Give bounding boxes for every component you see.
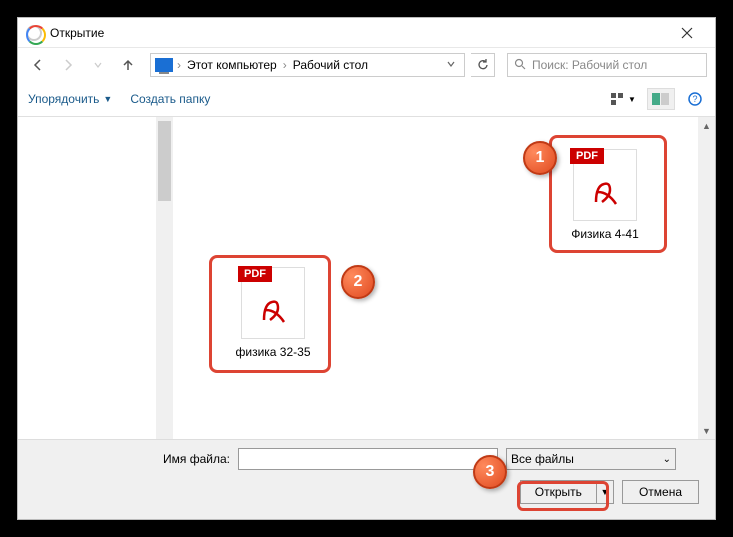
help-button[interactable]: ? [685, 89, 705, 109]
chevron-down-icon: ⌄ [663, 454, 671, 465]
breadcrumb-item[interactable]: Рабочий стол [291, 58, 370, 72]
tree-scrollbar[interactable] [156, 117, 173, 439]
chevron-down-icon: ▼ [628, 95, 636, 104]
file-item[interactable]: PDF физика 32-35 [223, 267, 323, 359]
back-button[interactable] [26, 53, 50, 77]
pdf-file-icon: PDF [573, 149, 637, 221]
file-list-pane[interactable]: PDF Физика 4-41 PDF физика 32-35 1 2 ▲ ▼ [173, 117, 715, 439]
file-name-label: Физика 4-41 [571, 227, 639, 241]
content-area: PDF Физика 4-41 PDF физика 32-35 1 2 ▲ ▼ [18, 116, 715, 439]
search-icon [514, 58, 526, 73]
forward-button[interactable] [56, 53, 80, 77]
search-input[interactable]: Поиск: Рабочий стол [507, 53, 707, 77]
file-item[interactable]: PDF Физика 4-41 [555, 149, 655, 241]
pdf-badge: PDF [570, 148, 604, 164]
this-pc-icon [155, 58, 173, 72]
adobe-icon [258, 290, 288, 326]
scrollbar-thumb[interactable] [158, 121, 171, 201]
address-bar[interactable]: › Этот компьютер › Рабочий стол [150, 53, 465, 77]
filetype-text: Все файлы [511, 452, 574, 466]
annotation-callout-2: 2 [341, 265, 375, 299]
filename-input[interactable] [238, 448, 498, 470]
new-folder-button[interactable]: Создать папку [130, 92, 210, 106]
refresh-button[interactable] [471, 53, 495, 77]
annotation-callout-1: 1 [523, 141, 557, 175]
pdf-badge: PDF [238, 266, 272, 282]
close-button[interactable] [667, 19, 707, 47]
svg-text:?: ? [692, 94, 697, 104]
cancel-button[interactable]: Отмена [622, 480, 699, 504]
pdf-file-icon: PDF [241, 267, 305, 339]
chevron-right-icon: › [283, 58, 287, 72]
file-name-label: физика 32-35 [236, 345, 311, 359]
recent-dropdown[interactable] [86, 53, 110, 77]
filename-label: Имя файла: [30, 452, 230, 466]
breadcrumb-item[interactable]: Этот компьютер [185, 58, 279, 72]
preview-pane-button[interactable] [647, 88, 675, 110]
adobe-icon [590, 172, 620, 208]
file-scrollbar[interactable]: ▲ ▼ [698, 117, 715, 439]
chevron-down-icon: ▼ [103, 94, 112, 104]
navigation-bar: › Этот компьютер › Рабочий стол Поиск: Р… [18, 48, 715, 82]
annotation-highlight-3 [517, 481, 609, 511]
file-open-dialog: Открытие › Этот компьютер › Рабочий стол [17, 17, 716, 520]
filetype-select[interactable]: Все файлы ⌄ [506, 448, 676, 470]
window-title: Открытие [50, 26, 104, 40]
search-placeholder: Поиск: Рабочий стол [532, 58, 647, 72]
view-large-button[interactable]: ▼ [609, 88, 637, 110]
bottom-panel: Имя файла: Все файлы ⌄ Открыть ▼ Отмена … [18, 439, 715, 519]
scroll-down-icon[interactable]: ▼ [698, 422, 715, 439]
command-bar: Упорядочить ▼ Создать папку ▼ ? [18, 82, 715, 116]
titlebar: Открытие [18, 18, 715, 48]
chevron-right-icon: › [177, 58, 181, 72]
chrome-icon [26, 25, 42, 41]
scroll-up-icon[interactable]: ▲ [698, 117, 715, 134]
address-dropdown-icon[interactable] [442, 58, 460, 72]
organize-button[interactable]: Упорядочить ▼ [28, 92, 112, 106]
navigation-tree[interactable] [18, 117, 173, 439]
up-button[interactable] [116, 53, 140, 77]
